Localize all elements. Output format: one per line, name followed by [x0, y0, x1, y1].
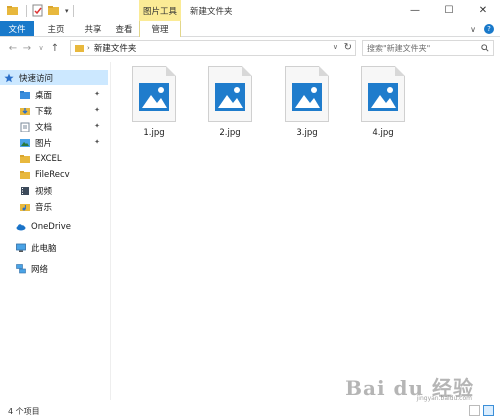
- file-item[interactable]: 3.jpg: [275, 66, 339, 152]
- image-file-icon: [132, 66, 176, 122]
- image-file-icon: [361, 66, 405, 122]
- window-title: 新建文件夹: [190, 6, 233, 17]
- download-icon: [20, 106, 30, 116]
- search-box[interactable]: [362, 40, 494, 56]
- nav-item-label: 桌面: [35, 90, 53, 101]
- file-item[interactable]: 1.jpg: [122, 66, 186, 152]
- nav-item-label: 视频: [35, 186, 53, 197]
- item-count: 4 个项目: [8, 406, 40, 416]
- nav-item-excel[interactable]: EXCEL: [0, 151, 108, 166]
- view-switcher: [469, 405, 494, 416]
- nav-item-label: 网络: [31, 264, 49, 275]
- help-icon[interactable]: ?: [484, 24, 494, 34]
- properties-icon[interactable]: [31, 4, 44, 17]
- cloud-icon: [16, 222, 26, 232]
- new-folder-icon[interactable]: [47, 4, 60, 17]
- nav-item-label: EXCEL: [35, 153, 62, 164]
- tab-share[interactable]: 共享: [78, 21, 108, 36]
- nav-item-onedrive[interactable]: OneDrive: [0, 219, 108, 234]
- nav-item-label: 下载: [35, 106, 53, 117]
- folder-icon: [75, 44, 84, 52]
- nav-item-network[interactable]: 网络: [0, 261, 108, 276]
- address-bar[interactable]: › 新建文件夹 ∨ ↻: [70, 40, 356, 56]
- desktop-folder-icon: [20, 90, 30, 100]
- nav-item-filerecv[interactable]: FileRecv: [0, 167, 108, 182]
- watermark-url: jingyan.baidu.com: [416, 395, 472, 402]
- file-view: 1.jpg 2.jpg 3.jpg 4.jpg: [112, 62, 498, 400]
- tab-view[interactable]: 查看: [108, 21, 140, 36]
- navigation-bar: ← → ∨ ↑ › 新建文件夹 ∨ ↻: [0, 37, 500, 59]
- tab-manage[interactable]: 管理: [139, 21, 181, 37]
- nav-item-downloads[interactable]: 下载 ✦: [0, 103, 108, 118]
- nav-item-label: OneDrive: [31, 221, 71, 232]
- nav-item-videos[interactable]: 视频: [0, 183, 108, 198]
- large-icons-view-icon[interactable]: [483, 405, 494, 416]
- status-bar: 4 个项目: [0, 402, 500, 420]
- quick-access-toolbar: ▾: [0, 0, 78, 21]
- pin-icon[interactable]: ✦: [94, 90, 100, 98]
- recent-locations-button[interactable]: ∨: [34, 40, 48, 56]
- title-bar: ▾ 图片工具 新建文件夹 — ☐ ✕: [0, 0, 500, 21]
- image-file-icon: [285, 66, 329, 122]
- breadcrumb-current-folder[interactable]: 新建文件夹: [94, 42, 137, 54]
- navigation-pane: 快速访问 桌面 ✦ 下载 ✦ 文档 ✦ 图片 ✦ EXCEL FileRecv …: [0, 62, 110, 400]
- video-icon: [20, 186, 30, 196]
- star-icon: [4, 73, 14, 83]
- minimize-button[interactable]: —: [398, 0, 432, 21]
- nav-item-label: 此电脑: [31, 243, 57, 254]
- refresh-button[interactable]: ↻: [344, 42, 352, 53]
- computer-icon: [16, 243, 26, 253]
- expand-ribbon-button[interactable]: ∨: [470, 25, 476, 34]
- image-file-icon: [208, 66, 252, 122]
- ribbon-tab-bar: 文件 主页 共享 查看 管理 ∨ ?: [0, 21, 500, 37]
- up-button[interactable]: ↑: [48, 40, 62, 56]
- nav-item-music[interactable]: 音乐: [0, 199, 108, 214]
- tab-file[interactable]: 文件: [0, 21, 34, 36]
- file-name: 2.jpg: [219, 128, 241, 138]
- window-controls: — ☐ ✕: [398, 0, 500, 21]
- nav-item-desktop[interactable]: 桌面 ✦: [0, 87, 108, 102]
- customize-toolbar-dropdown[interactable]: ▾: [65, 7, 69, 15]
- file-name: 1.jpg: [143, 128, 165, 138]
- nav-item-label: 快速访问: [19, 73, 54, 84]
- folder-icon: [6, 4, 19, 17]
- nav-item-label: 图片: [35, 138, 53, 149]
- nav-item-label: 音乐: [35, 202, 53, 213]
- pin-icon[interactable]: ✦: [94, 138, 100, 146]
- tab-home[interactable]: 主页: [34, 21, 78, 36]
- toolbar-divider: [72, 4, 74, 17]
- pin-icon[interactable]: ✦: [94, 106, 100, 114]
- details-view-icon[interactable]: [469, 405, 480, 416]
- file-name: 4.jpg: [372, 128, 394, 138]
- folder-icon: [20, 170, 30, 180]
- music-icon: [20, 202, 30, 212]
- nav-item-pictures[interactable]: 图片 ✦: [0, 135, 108, 150]
- pin-icon[interactable]: ✦: [94, 122, 100, 130]
- search-icon: [481, 44, 489, 52]
- nav-item-documents[interactable]: 文档 ✦: [0, 119, 108, 134]
- documents-icon: [20, 122, 30, 132]
- file-name: 3.jpg: [296, 128, 318, 138]
- close-button[interactable]: ✕: [466, 0, 500, 21]
- address-dropdown-button[interactable]: ∨: [333, 43, 338, 51]
- maximize-button[interactable]: ☐: [432, 0, 466, 21]
- back-button[interactable]: ←: [6, 40, 20, 56]
- file-item[interactable]: 2.jpg: [198, 66, 262, 152]
- forward-button[interactable]: →: [20, 40, 34, 56]
- toolbar-divider: [26, 4, 27, 17]
- folder-icon: [20, 154, 30, 164]
- nav-item-label: FileRecv: [35, 169, 70, 180]
- pictures-icon: [20, 138, 30, 148]
- breadcrumb-separator[interactable]: ›: [87, 44, 90, 52]
- pane-divider: [110, 62, 111, 400]
- file-item[interactable]: 4.jpg: [351, 66, 415, 152]
- ribbon-right-controls: ∨ ?: [470, 21, 494, 37]
- network-icon: [16, 263, 26, 274]
- nav-item-quick-access[interactable]: 快速访问: [0, 70, 108, 85]
- nav-item-this-pc[interactable]: 此电脑: [0, 240, 108, 255]
- search-input[interactable]: [367, 43, 477, 53]
- picture-tools-header: 图片工具: [139, 0, 181, 21]
- nav-item-label: 文档: [35, 122, 53, 133]
